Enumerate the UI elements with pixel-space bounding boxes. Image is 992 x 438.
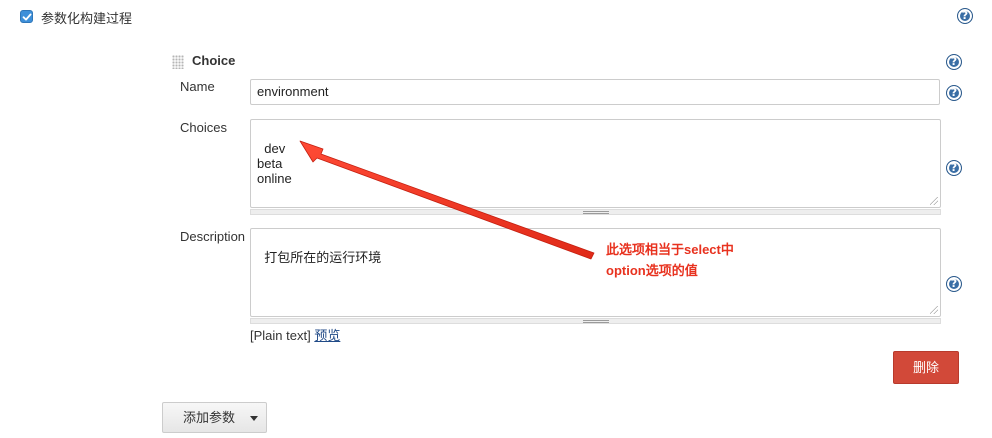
annotation-arrow (299, 140, 595, 260)
annotation-line-2: option选项的值 (606, 263, 698, 278)
arrow-icon (299, 140, 595, 260)
annotation-line-1: 此选项相当于select中 (606, 242, 734, 257)
annotation-text: 此选项相当于select中 option选项的值 (606, 239, 734, 281)
